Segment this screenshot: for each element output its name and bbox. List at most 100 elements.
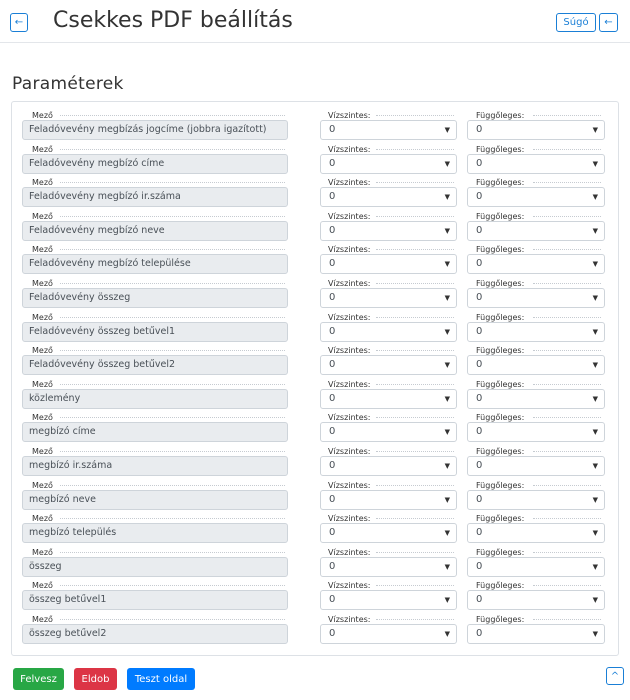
field-label: Mező: [32, 111, 53, 120]
horizontal-select[interactable]: 0 ▼: [320, 624, 457, 644]
horizontal-value: 0: [329, 392, 336, 404]
label-divider: [376, 585, 454, 587]
label-divider: [533, 249, 601, 251]
horizontal-select[interactable]: 0 ▼: [320, 456, 457, 476]
discard-button[interactable]: Eldob: [74, 668, 117, 690]
test-page-button[interactable]: Teszt oldal: [127, 668, 195, 690]
label-divider: [60, 619, 285, 620]
vertical-label: Függőleges:: [476, 312, 525, 322]
horizontal-select[interactable]: 0 ▼: [320, 556, 457, 577]
back-button[interactable]: ←: [10, 13, 28, 32]
vertical-select[interactable]: 0 ▼: [467, 355, 605, 376]
field-value: Feladóvevény összeg betűvel1: [22, 321, 288, 342]
label-divider: [533, 551, 601, 553]
horizontal-select[interactable]: 0 ▼: [320, 422, 457, 443]
vertical-label: Függőleges:: [476, 111, 525, 120]
vertical-select[interactable]: 0 ▼: [467, 321, 605, 342]
horizontal-select[interactable]: 0 ▼: [320, 321, 457, 342]
horizontal-select[interactable]: 0 ▼: [320, 388, 457, 409]
horizontal-select[interactable]: 0 ▼: [320, 355, 457, 376]
horizontal-select[interactable]: 0 ▼: [320, 120, 457, 140]
field-label: Mező: [32, 413, 53, 423]
add-button[interactable]: Felvesz: [13, 668, 64, 690]
label-divider: [60, 417, 285, 419]
chevron-down-icon: ▼: [444, 327, 450, 336]
vertical-select[interactable]: 0 ▼: [467, 624, 605, 644]
horizontal-value: 0: [329, 594, 336, 606]
vertical-label: Függőleges:: [476, 245, 525, 255]
label-divider: [376, 619, 454, 620]
label-divider: [376, 316, 454, 318]
horizontal-label: Vízszintes:: [328, 547, 371, 557]
arrow-left-icon: ←: [604, 16, 613, 28]
vertical-select[interactable]: 0 ▼: [467, 153, 605, 174]
vertical-label: Függőleges:: [476, 144, 525, 154]
chevron-down-icon: ▼: [444, 630, 450, 638]
vertical-label: Függőleges:: [476, 379, 525, 389]
horizontal-value: 0: [329, 359, 336, 371]
vertical-select[interactable]: 0 ▼: [467, 556, 605, 577]
horizontal-select[interactable]: 0 ▼: [320, 489, 457, 510]
parameter-row: Mező Feladóvevény megbízás jogcíme (jobbr…: [12, 110, 618, 143]
label-divider: [60, 383, 285, 385]
back-button-right[interactable]: ←: [599, 13, 618, 32]
label-divider: [533, 316, 601, 318]
label-divider: [376, 383, 454, 385]
chevron-down-icon: ▼: [592, 428, 598, 437]
label-divider: [376, 182, 454, 184]
horizontal-label: Vízszintes:: [328, 144, 371, 154]
horizontal-value: 0: [329, 325, 336, 337]
vertical-value: 0: [476, 325, 483, 337]
label-divider: [60, 249, 285, 251]
parameter-row: Mező összeg betűvel2 Vízszintes: 0 ▼ Függőleg…: [12, 614, 618, 647]
field-value: Feladóvevény megbízó neve: [22, 220, 288, 241]
horizontal-select[interactable]: 0 ▼: [320, 153, 457, 174]
vertical-select[interactable]: 0 ▼: [467, 489, 605, 510]
chevron-down-icon: ▼: [592, 193, 598, 202]
horizontal-select[interactable]: 0 ▼: [320, 523, 457, 544]
vertical-select[interactable]: 0 ▼: [467, 523, 605, 544]
horizontal-select[interactable]: 0 ▼: [320, 220, 457, 241]
label-divider: [60, 115, 285, 116]
horizontal-select[interactable]: 0 ▼: [320, 187, 457, 208]
field-label: Mező: [32, 312, 53, 322]
horizontal-value: 0: [329, 292, 336, 303]
vertical-select[interactable]: 0 ▼: [467, 422, 605, 443]
vertical-value: 0: [476, 258, 483, 270]
label-divider: [533, 148, 601, 150]
help-button[interactable]: Súgó: [556, 13, 596, 32]
field-value: megbízó ir.száma: [22, 456, 288, 476]
chevron-down-icon: ▼: [444, 495, 450, 504]
section-title: Paraméterek: [12, 74, 124, 94]
label-divider: [533, 518, 601, 520]
vertical-label: Függőleges:: [476, 447, 525, 456]
chevron-down-icon: ▼: [444, 126, 450, 134]
horizontal-label: Vízszintes:: [328, 447, 371, 456]
vertical-value: 0: [476, 560, 483, 572]
field-value: megbízó címe: [22, 422, 288, 443]
parameter-row: Mező Feladóvevény megbízó települése Vízsz…: [12, 244, 618, 277]
vertical-select[interactable]: 0 ▼: [467, 456, 605, 476]
chevron-down-icon: ▼: [592, 495, 598, 504]
vertical-select[interactable]: 0 ▼: [467, 254, 605, 275]
label-divider: [533, 215, 601, 217]
horizontal-select[interactable]: 0 ▼: [320, 254, 457, 275]
label-divider: [376, 551, 454, 553]
horizontal-select[interactable]: 0 ▼: [320, 590, 457, 611]
vertical-select[interactable]: 0 ▼: [467, 288, 605, 308]
horizontal-select[interactable]: 0 ▼: [320, 288, 457, 308]
field-label: Mező: [32, 245, 53, 255]
chevron-down-icon: ▼: [592, 394, 598, 403]
vertical-select[interactable]: 0 ▼: [467, 590, 605, 611]
vertical-select[interactable]: 0 ▼: [467, 388, 605, 409]
label-divider: [376, 518, 454, 520]
field-value: összeg betűvel2: [22, 624, 288, 644]
vertical-select[interactable]: 0 ▼: [467, 220, 605, 241]
label-divider: [60, 451, 285, 452]
vertical-select[interactable]: 0 ▼: [467, 120, 605, 140]
scroll-up-button[interactable]: ^: [606, 667, 624, 685]
horizontal-value: 0: [329, 560, 336, 572]
label-divider: [60, 585, 285, 587]
vertical-select[interactable]: 0 ▼: [467, 187, 605, 208]
field-label: Mező: [32, 615, 53, 624]
